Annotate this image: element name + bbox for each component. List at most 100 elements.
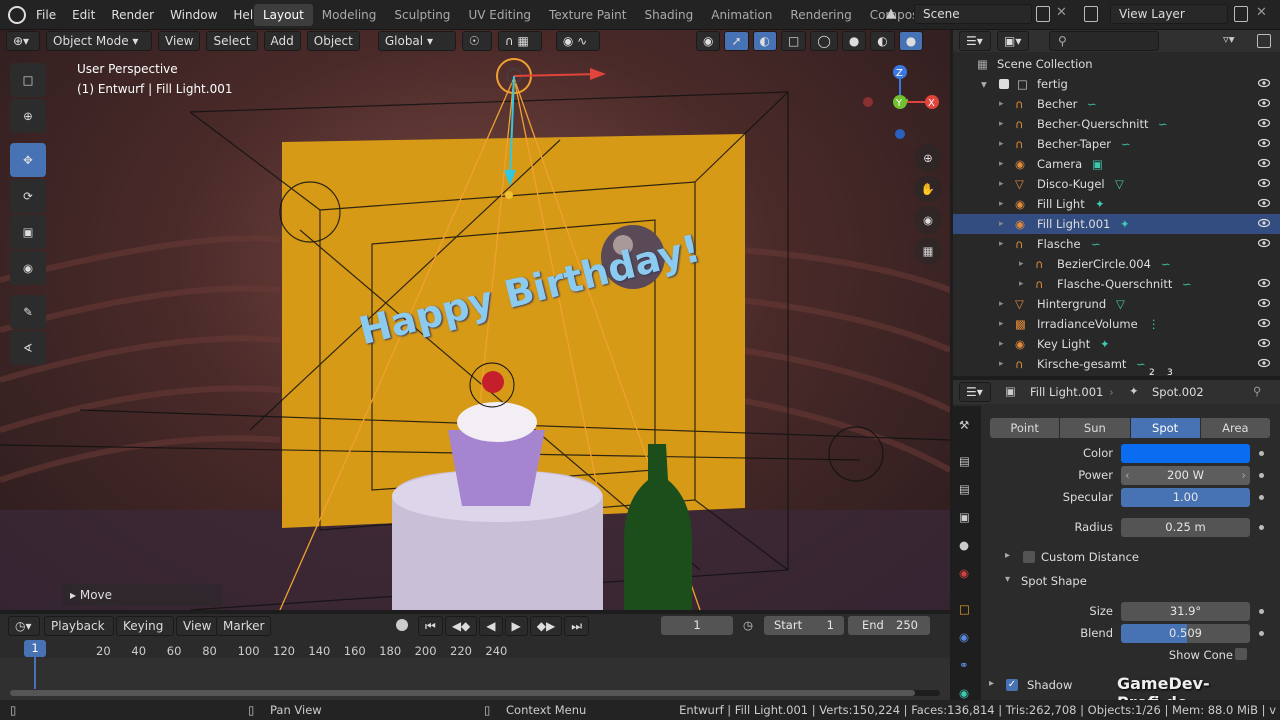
cursor-tool-icon[interactable]: ⊕ [10, 99, 46, 133]
menu-window[interactable]: Window [162, 8, 225, 22]
power-field[interactable]: ‹ 200 W › [1121, 466, 1250, 485]
eye-icon[interactable] [1258, 178, 1270, 188]
outliner-item[interactable]: ▸ ◉ Camera ▣ [953, 154, 1280, 174]
outliner-item[interactable]: ▸ ∩ Becher-Taper ∽ [953, 134, 1280, 154]
keyframe-dot-icon[interactable] [1259, 525, 1264, 530]
last-operator-panel[interactable]: ▸ Move [62, 584, 222, 606]
measure-tool-icon[interactable]: ∢ [10, 331, 46, 365]
expand-arrow-icon[interactable]: ▸ [999, 334, 1004, 354]
remove-view-layer-icon[interactable]: ✕ [1256, 5, 1267, 20]
outliner-item[interactable]: ▸ ▽ Hintergrund ▽ [953, 294, 1280, 314]
outliner-collection[interactable]: ▾ □ fertig [953, 74, 1280, 94]
keyframe-dot-icon[interactable] [1259, 473, 1264, 478]
light-type-sun[interactable]: Sun [1060, 418, 1130, 438]
menu-render[interactable]: Render [103, 8, 162, 22]
decrement-arrow-icon[interactable]: ‹ [1125, 466, 1130, 485]
expand-arrow-icon[interactable]: ▸ [999, 194, 1004, 214]
tab-uv-editing[interactable]: UV Editing [459, 4, 540, 26]
eye-icon[interactable] [1258, 118, 1270, 128]
expand-arrow-icon[interactable]: ▸ [999, 154, 1004, 174]
outliner-item[interactable]: ▸ ∩ Kirsche-gesamt ∽ [953, 354, 1280, 374]
expand-arrow-icon[interactable]: ▸ [999, 214, 1004, 234]
display-mode-icon[interactable]: ▣▾ [997, 31, 1029, 51]
outliner-item[interactable]: ▸ ◉ Key Light ✦ [953, 334, 1280, 354]
keyframe-dot-icon[interactable] [1259, 451, 1264, 456]
tab-texture-paint[interactable]: Texture Paint [540, 4, 635, 26]
expand-arrow-icon[interactable]: ▾ [981, 74, 987, 94]
keyframe-dot-icon[interactable] [1259, 631, 1264, 636]
camera-data-icon[interactable]: ▣ [1092, 154, 1103, 174]
object-tab-icon[interactable]: □ [959, 602, 970, 616]
curve-data-icon[interactable]: ∽ [1121, 134, 1131, 154]
prev-keyframe-icon[interactable]: ◀◆ [444, 616, 478, 636]
play-icon[interactable]: ▶ [504, 616, 528, 636]
render-tab-icon[interactable]: ▤ [959, 454, 970, 468]
shadow-checkbox[interactable]: ✓ [1006, 679, 1018, 691]
shading-rendered-icon[interactable]: ● [898, 31, 924, 51]
eye-icon[interactable] [1258, 278, 1270, 288]
probe-data-icon[interactable]: ⋮ [1148, 314, 1160, 334]
eye-icon[interactable] [1258, 238, 1270, 248]
gizmo-toggle-icon[interactable]: ➚ [724, 31, 749, 51]
navigation-gizmo[interactable]: X Z Y [862, 64, 946, 144]
curve-data-icon[interactable]: ∽ [1158, 114, 1168, 134]
light-data-icon[interactable]: ✦ [1120, 214, 1130, 234]
view-layer-tab-icon[interactable]: ▣ [959, 510, 970, 524]
tab-sculpting[interactable]: Sculpting [385, 4, 459, 26]
tab-shading[interactable]: Shading [635, 4, 702, 26]
eye-icon[interactable] [1258, 98, 1270, 108]
tab-animation[interactable]: Animation [702, 4, 781, 26]
new-scene-icon[interactable] [1036, 6, 1050, 22]
blender-logo-icon[interactable] [8, 6, 26, 24]
outliner-root[interactable]: ▦ Scene Collection [953, 54, 1280, 74]
move-tool-icon[interactable]: ✥ [10, 143, 46, 177]
specular-slider[interactable]: 1.00 [1121, 488, 1250, 507]
outliner-item[interactable]: ▸ ∩ Flasche ∽ [953, 234, 1280, 254]
expand-arrow-icon[interactable]: ▸ [999, 94, 1004, 114]
transform-tool-icon[interactable]: ◉ [10, 251, 46, 285]
annotate-tool-icon[interactable]: ✎ [10, 295, 46, 329]
new-view-layer-icon[interactable] [1234, 6, 1248, 22]
tool-tab-icon[interactable]: ⚒ [959, 418, 969, 432]
orientation-select[interactable]: Global ▾ [377, 31, 456, 51]
pan-hand-icon[interactable]: ✋ [914, 175, 942, 203]
scene-icon[interactable]: ▲ [886, 6, 910, 24]
select-menu[interactable]: Select [206, 31, 258, 51]
view-layer-icon[interactable] [1084, 6, 1098, 22]
menu-edit[interactable]: Edit [64, 8, 103, 22]
constraints-tab-icon[interactable]: ⚭ [959, 658, 969, 672]
shading-solid-icon[interactable]: ● [841, 31, 867, 51]
3d-viewport[interactable]: Happy Birthday! ⊕▾ Object Mode ▾ View Se… [0, 30, 950, 610]
menu-file[interactable]: File [28, 8, 64, 22]
outliner-item[interactable]: ▸ ▽ Disco-Kugel ▽ [953, 174, 1280, 194]
playback-menu[interactable]: Playback ▾ [44, 616, 114, 651]
expand-arrow-icon[interactable]: ▸ [1019, 254, 1024, 274]
select-box-tool-icon[interactable]: □ [10, 63, 46, 97]
overlay-toggle-icon[interactable]: ◐ [752, 31, 778, 51]
view-menu[interactable]: View [158, 31, 201, 51]
snap-icon[interactable]: ∩ ▦ [497, 31, 542, 51]
start-frame-field[interactable]: Start 1 [764, 616, 844, 635]
radius-field[interactable]: 0.25 m [1121, 518, 1250, 537]
remove-scene-icon[interactable]: ✕ [1056, 5, 1067, 20]
timeline-editor-icon[interactable]: ◷▾ [8, 616, 40, 636]
properties-editor-icon[interactable]: ☰▾ [959, 382, 991, 402]
eye-icon[interactable] [1258, 298, 1270, 308]
eye-icon[interactable] [1258, 318, 1270, 328]
show-cone-checkbox[interactable] [1235, 648, 1247, 660]
world-tab-icon[interactable]: ◉ [959, 566, 969, 580]
proportional-edit-icon[interactable]: ◉ ∿ [555, 31, 600, 51]
add-menu[interactable]: Add [263, 31, 301, 51]
scale-tool-icon[interactable]: ▣ [10, 215, 46, 249]
outliner-item[interactable]: ▸ ∩ Becher ∽ [953, 94, 1280, 114]
color-swatch[interactable] [1121, 444, 1250, 463]
collection-checkbox[interactable] [999, 79, 1009, 89]
outliner-editor-icon[interactable]: ☰▾ [959, 31, 991, 51]
expand-arrow-icon[interactable]: ▸ [1019, 274, 1024, 294]
light-data-icon[interactable]: ✦ [1100, 334, 1110, 354]
size-field[interactable]: 31.9° [1121, 602, 1250, 621]
outliner-item[interactable]: ▸ ∩ Flasche-Querschnitt ∽ [953, 274, 1280, 294]
editor-type-icon[interactable]: ⊕▾ [6, 31, 40, 51]
eye-icon[interactable] [1258, 358, 1270, 368]
outliner-item[interactable]: ▸ ∩ Becher-Querschnitt ∽ [953, 114, 1280, 134]
